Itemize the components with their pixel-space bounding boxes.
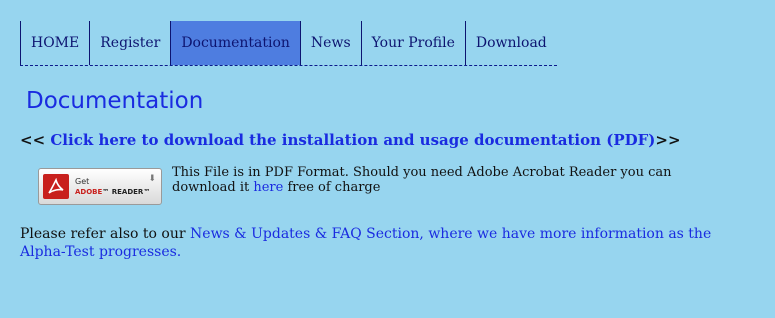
pdf-note-text: This File is in PDF Format. Should you n…	[172, 165, 672, 195]
nav-item-news[interactable]: News	[301, 21, 361, 65]
nav-item-documentation[interactable]: Documentation	[170, 21, 301, 65]
download-prefix: <<	[20, 131, 51, 149]
news-faq-link[interactable]: News & Updates & FAQ Section, where we h…	[190, 226, 711, 242]
nav-item-your-profile[interactable]: Your Profile	[360, 21, 465, 65]
top-nav: HOME Register Documentation News Your Pr…	[20, 21, 557, 66]
get-adobe-reader-button[interactable]: Get ADOBE™ READER™ ⬇	[38, 168, 162, 205]
page-title: Documentation	[26, 88, 204, 114]
badge-brand-label: ADOBE™ READER™	[75, 187, 151, 196]
pdf-format-note: This File is in PDF Format. Should you n…	[172, 165, 732, 195]
refer-paragraph: Please refer also to our News & Updates …	[20, 225, 775, 261]
download-line: << Click here to download the installati…	[20, 131, 681, 149]
badge-get-label: Get	[75, 176, 90, 186]
page: HOME Register Documentation News Your Pr…	[0, 0, 775, 318]
download-arrow-icon: ⬇	[148, 174, 156, 184]
badge-texts: Get ADOBE™ READER™	[75, 177, 150, 197]
badge-brand-reader: READER	[111, 187, 144, 196]
refer-text: Please refer also to our	[20, 226, 191, 242]
adobe-reader-icon	[43, 174, 69, 199]
nav-item-download[interactable]: Download	[464, 21, 557, 65]
news-faq-link-continued[interactable]: Alpha-Test progresses.	[20, 244, 181, 260]
download-suffix: >>	[655, 131, 681, 149]
badge-brand-adobe: ADOBE	[75, 187, 103, 196]
download-documentation-link[interactable]: Click here to download the installation …	[50, 131, 655, 149]
pdf-note-tail: free of charge	[283, 180, 381, 195]
nav-item-home[interactable]: HOME	[20, 21, 89, 65]
reader-download-link[interactable]: here	[253, 180, 283, 195]
nav-item-register[interactable]: Register	[89, 21, 170, 65]
